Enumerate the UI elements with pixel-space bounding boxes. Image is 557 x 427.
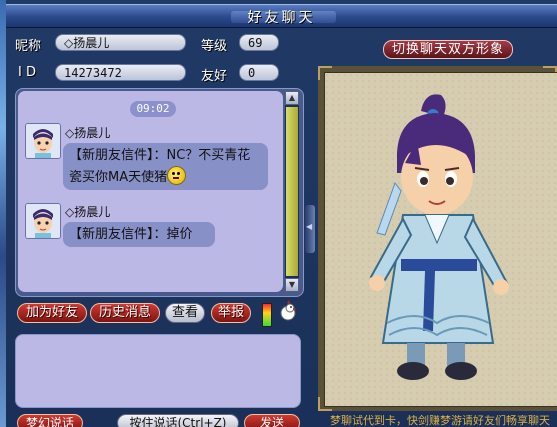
scroll-up-icon[interactable]: ▲ — [285, 91, 299, 105]
character-figure-icon — [325, 73, 557, 406]
add-friend-button[interactable]: 加为好友 — [17, 303, 87, 323]
nickname-label: 昵称 — [15, 39, 42, 54]
history-button[interactable]: 历史消息 — [90, 303, 160, 323]
send-button[interactable]: 发送 — [244, 414, 300, 427]
chat-message-area[interactable]: 09:02 ◇扬晨儿 【新朋友信件】：NC？不买青花瓷买你MA天使猪 ◇扬晨儿 … — [18, 91, 283, 292]
level-label: 等级 — [201, 39, 228, 54]
dream-talk-button[interactable]: 梦幻说话 — [17, 414, 83, 427]
nickname-field: ◇扬晨儿 — [55, 34, 186, 51]
push-to-talk-button[interactable]: 按住说话(Ctrl+Z) — [117, 414, 239, 427]
message-bubble: 【新朋友信件】：NC？不买青花瓷买你MA天使猪 — [63, 143, 268, 190]
avatar-portrait-icon — [26, 124, 60, 158]
report-button[interactable]: 举报 — [211, 303, 251, 323]
scroll-down-icon[interactable]: ▼ — [285, 278, 299, 292]
collapse-handle[interactable] — [305, 205, 315, 253]
portrait-panel — [318, 66, 557, 411]
avatar[interactable] — [25, 203, 61, 239]
chat-scrollbar[interactable]: ▲ ▼ — [285, 91, 299, 292]
chat-timestamp: 09:02 — [130, 101, 176, 117]
id-field: 14273472 — [55, 64, 186, 81]
message-text: 【新朋友信件】：掉价 — [69, 227, 193, 242]
window-title: 好友聊天 — [247, 10, 316, 26]
message-bubble: 【新朋友信件】：掉价 — [63, 222, 215, 247]
title-bar[interactable]: 好友聊天 — [6, 4, 557, 28]
chat-history-panel: 09:02 ◇扬晨儿 【新朋友信件】：NC？不买青花瓷买你MA天使猪 ◇扬晨儿 … — [15, 88, 304, 297]
friendship-field: 0 — [239, 64, 279, 81]
chat-window: 好友聊天 昵称 ◇扬晨儿 等级 69 I D 14273472 友好 0 09:… — [0, 0, 557, 427]
bird-icon[interactable] — [278, 300, 298, 322]
avatar[interactable] — [25, 123, 61, 159]
message-input[interactable] — [15, 334, 301, 408]
character-portrait — [324, 72, 557, 407]
level-field: 69 — [239, 34, 279, 51]
message-sender: ◇扬晨儿 — [65, 126, 111, 140]
signal-meter-icon — [262, 303, 272, 327]
window-edge — [0, 0, 6, 427]
switch-portrait-button[interactable]: 切换聊天双方形象 — [383, 40, 513, 59]
news-ticker: 梦聊试代到卡，快剑赚梦游请好友们畅享聊天 — [330, 415, 550, 427]
friendship-label: 友好 — [201, 69, 228, 84]
avatar-portrait-icon — [26, 204, 60, 238]
message-text: 【新朋友信件】：NC？不买青花瓷买你MA天使猪 — [69, 148, 251, 185]
scroll-track[interactable] — [286, 107, 298, 276]
message-sender: ◇扬晨儿 — [65, 205, 111, 219]
view-button[interactable]: 查看 — [165, 303, 205, 323]
emoticon-icon — [167, 166, 187, 185]
id-label: I D — [18, 65, 36, 80]
